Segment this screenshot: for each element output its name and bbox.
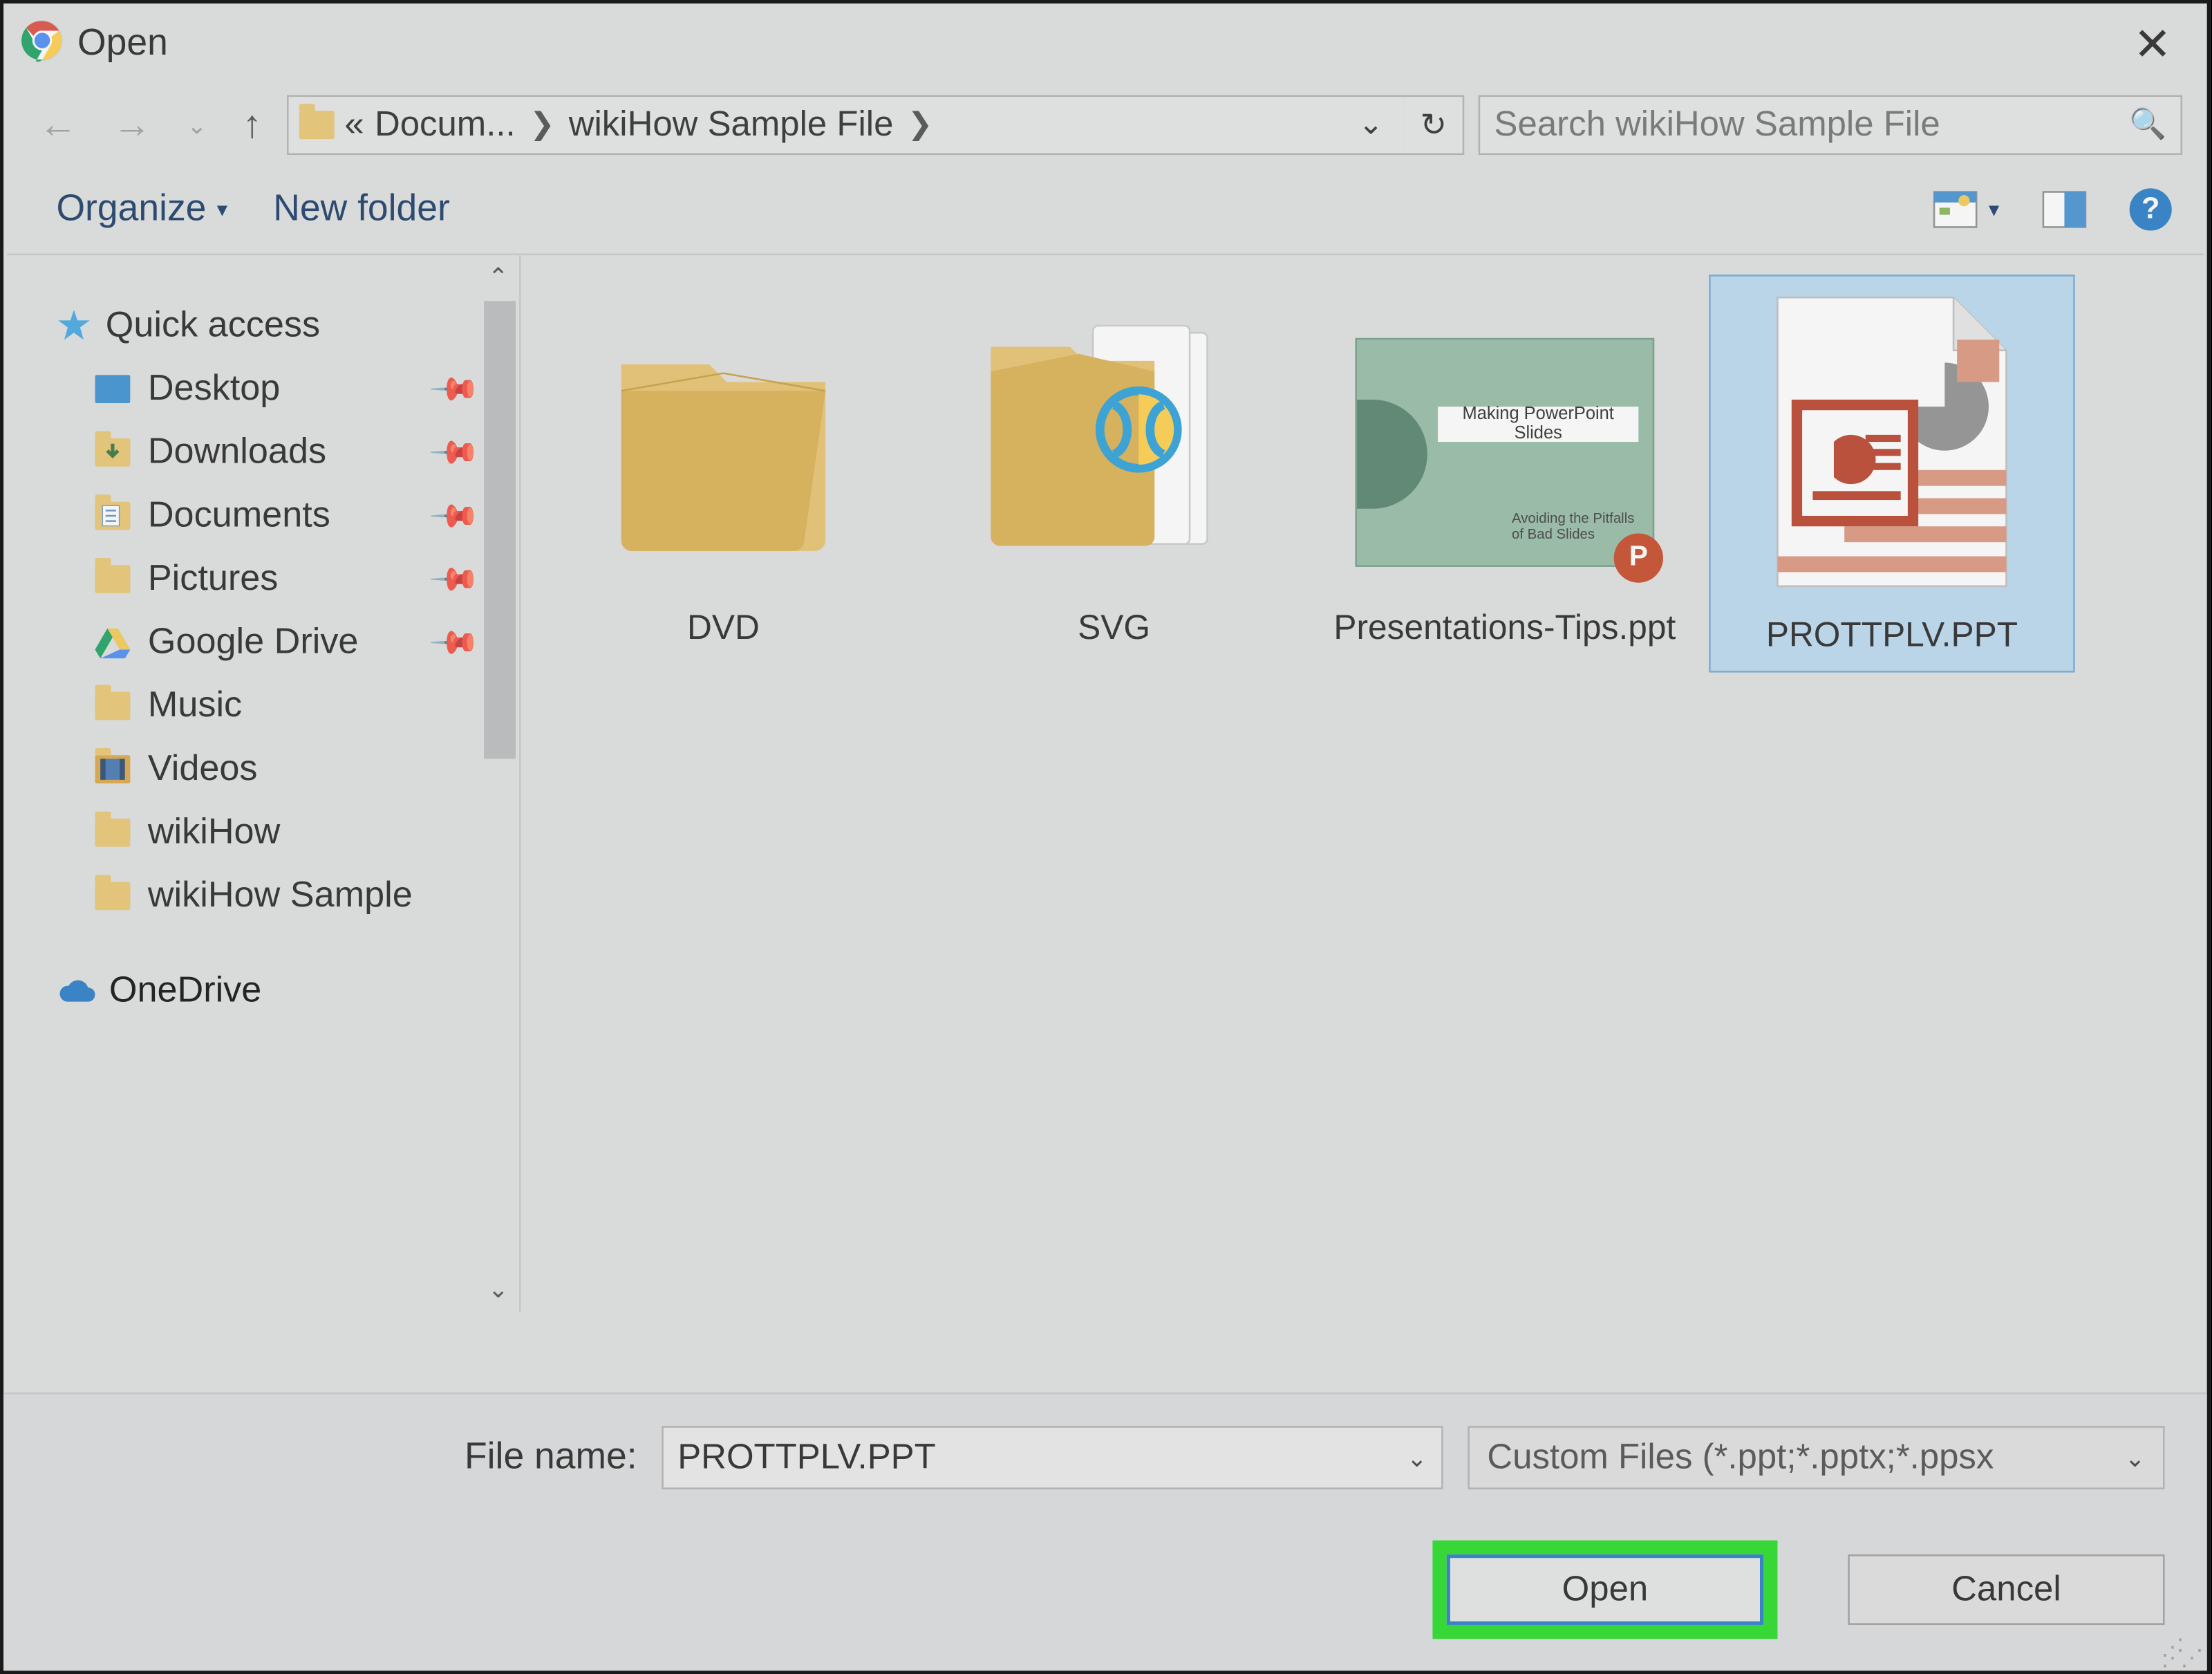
toolbar: Organize ▾ New folder ▾ ? bbox=[3, 165, 2207, 253]
sidebar-item-google-drive[interactable]: Google Drive 📌 bbox=[56, 611, 519, 674]
filename-label: File name: bbox=[3, 1437, 637, 1479]
chevron-down-icon: ▾ bbox=[217, 197, 227, 222]
powerpoint-badge-icon: P bbox=[1614, 533, 1663, 582]
search-placeholder: Search wikiHow Sample File bbox=[1494, 104, 1940, 145]
chevron-right-icon[interactable]: ❯ bbox=[526, 107, 558, 142]
file-list[interactable]: DVD SVG bbox=[521, 255, 2207, 1312]
scrollbar-thumb[interactable] bbox=[484, 301, 516, 759]
folder-icon bbox=[95, 438, 130, 467]
filetype-filter[interactable]: Custom Files (*.ppt;*.pptx;*.ppsx ⌄ bbox=[1468, 1426, 2164, 1489]
chevron-down-icon: ▾ bbox=[1989, 197, 1999, 222]
address-bar[interactable]: « Docum... ❯ wikiHow Sample File ❯ ⌄ bbox=[286, 95, 1406, 155]
navigation-pane: ⌃ ⌄ Quick access Desktop 📌 Downloads 📌 bbox=[3, 255, 521, 1312]
new-folder-button[interactable]: New folder bbox=[273, 188, 450, 230]
help-button[interactable]: ? bbox=[2130, 188, 2172, 230]
close-button[interactable]: ✕ bbox=[2116, 10, 2189, 78]
pin-icon: 📌 bbox=[427, 615, 480, 669]
forward-button[interactable]: → bbox=[102, 95, 162, 155]
file-label: Presentations-Tips.ppt bbox=[1320, 607, 1690, 650]
scroll-down-button[interactable]: ⌄ bbox=[488, 1274, 509, 1304]
sidebar-item-onedrive[interactable]: OneDrive bbox=[56, 970, 519, 1012]
sidebar-item-documents[interactable]: Documents 📌 bbox=[56, 484, 519, 548]
folder-icon bbox=[95, 692, 130, 720]
search-input[interactable]: Search wikiHow Sample File 🔍 bbox=[1479, 95, 2182, 155]
open-dialog: Open ✕ ← → ⌄ ↑ « Docum... ❯ wikiHow Samp… bbox=[0, 0, 2211, 1674]
resize-grip[interactable]: ⋰⋰⋰ bbox=[2161, 1642, 2200, 1664]
file-label: PROTTPLV.PPT bbox=[1711, 615, 2073, 658]
chevron-down-icon[interactable]: ⌄ bbox=[1407, 1442, 1427, 1472]
organize-label: Organize bbox=[56, 188, 206, 230]
up-button[interactable]: ↑ bbox=[232, 95, 272, 155]
file-item-folder[interactable]: SVG bbox=[929, 277, 1299, 651]
folder-icon bbox=[95, 882, 130, 911]
breadcrumb-trunc: « bbox=[344, 104, 364, 145]
folder-icon bbox=[973, 294, 1255, 575]
title-bar: Open ✕ bbox=[3, 3, 2207, 84]
filename-input[interactable]: PROTTPLV.PPT ⌄ bbox=[662, 1426, 1443, 1489]
file-item-folder[interactable]: DVD bbox=[538, 277, 908, 651]
open-button[interactable]: Open bbox=[1447, 1554, 1763, 1625]
quick-access-icon bbox=[56, 308, 91, 344]
drive-icon bbox=[95, 626, 130, 658]
ppt-file-icon bbox=[1743, 283, 2042, 600]
tutorial-highlight: Open bbox=[1432, 1541, 1777, 1639]
nav-row: ← → ⌄ ↑ « Docum... ❯ wikiHow Sample File… bbox=[3, 84, 2207, 165]
organize-menu[interactable]: Organize ▾ bbox=[56, 188, 227, 230]
chevron-right-icon[interactable]: ❯ bbox=[904, 107, 936, 142]
pin-icon: 📌 bbox=[427, 489, 480, 543]
sidebar-item-pictures[interactable]: Pictures 📌 bbox=[56, 548, 519, 611]
sidebar-item-music[interactable]: Music bbox=[56, 674, 519, 738]
file-item-ppt[interactable]: Making PowerPoint Slides Avoiding the Pi… bbox=[1320, 277, 1690, 651]
folder-icon bbox=[299, 111, 334, 139]
quick-access-header[interactable]: Quick access bbox=[56, 304, 519, 346]
file-item-ppt-selected[interactable]: PROTTPLV.PPT bbox=[1711, 277, 2073, 671]
chevron-down-icon[interactable]: ⌄ bbox=[2125, 1442, 2146, 1472]
sidebar-item-desktop[interactable]: Desktop 📌 bbox=[56, 357, 519, 421]
sidebar-item-downloads[interactable]: Downloads 📌 bbox=[56, 420, 519, 484]
breadcrumb-part1[interactable]: Docum... bbox=[375, 104, 516, 145]
bottom-bar: File name: PROTTPLV.PPT ⌄ Custom Files (… bbox=[3, 1393, 2207, 1671]
dialog-title: Open bbox=[77, 23, 168, 65]
pin-icon: 📌 bbox=[427, 425, 480, 479]
help-icon: ? bbox=[2130, 188, 2172, 230]
pin-icon: 📌 bbox=[427, 362, 480, 416]
address-dropdown[interactable]: ⌄ bbox=[1348, 107, 1394, 142]
sidebar-item-wikihow-sample[interactable]: wikiHow Sample bbox=[56, 864, 519, 928]
folder-icon bbox=[95, 819, 130, 847]
pin-icon: 📌 bbox=[427, 552, 480, 606]
cancel-button[interactable]: Cancel bbox=[1848, 1554, 2164, 1625]
onedrive-icon bbox=[56, 978, 95, 1004]
folder-icon bbox=[95, 755, 130, 783]
view-mode-button[interactable]: ▾ bbox=[1932, 190, 1999, 229]
search-icon: 🔍 bbox=[2129, 107, 2166, 142]
folder-icon bbox=[600, 303, 846, 567]
chrome-icon bbox=[21, 19, 64, 70]
scroll-up-button[interactable]: ⌃ bbox=[488, 262, 509, 292]
breadcrumb-part2[interactable]: wikiHow Sample File bbox=[569, 104, 894, 145]
folder-icon bbox=[95, 502, 130, 530]
preview-pane-button[interactable] bbox=[2041, 190, 2087, 229]
file-label: DVD bbox=[538, 607, 908, 650]
sidebar-item-videos[interactable]: Videos bbox=[56, 738, 519, 801]
refresh-button[interactable]: ↻ bbox=[1405, 95, 1465, 155]
back-button[interactable]: ← bbox=[28, 95, 88, 155]
history-dropdown[interactable]: ⌄ bbox=[176, 103, 218, 147]
file-label: SVG bbox=[929, 607, 1299, 650]
sidebar-item-wikihow[interactable]: wikiHow bbox=[56, 801, 519, 864]
folder-icon bbox=[95, 565, 130, 593]
